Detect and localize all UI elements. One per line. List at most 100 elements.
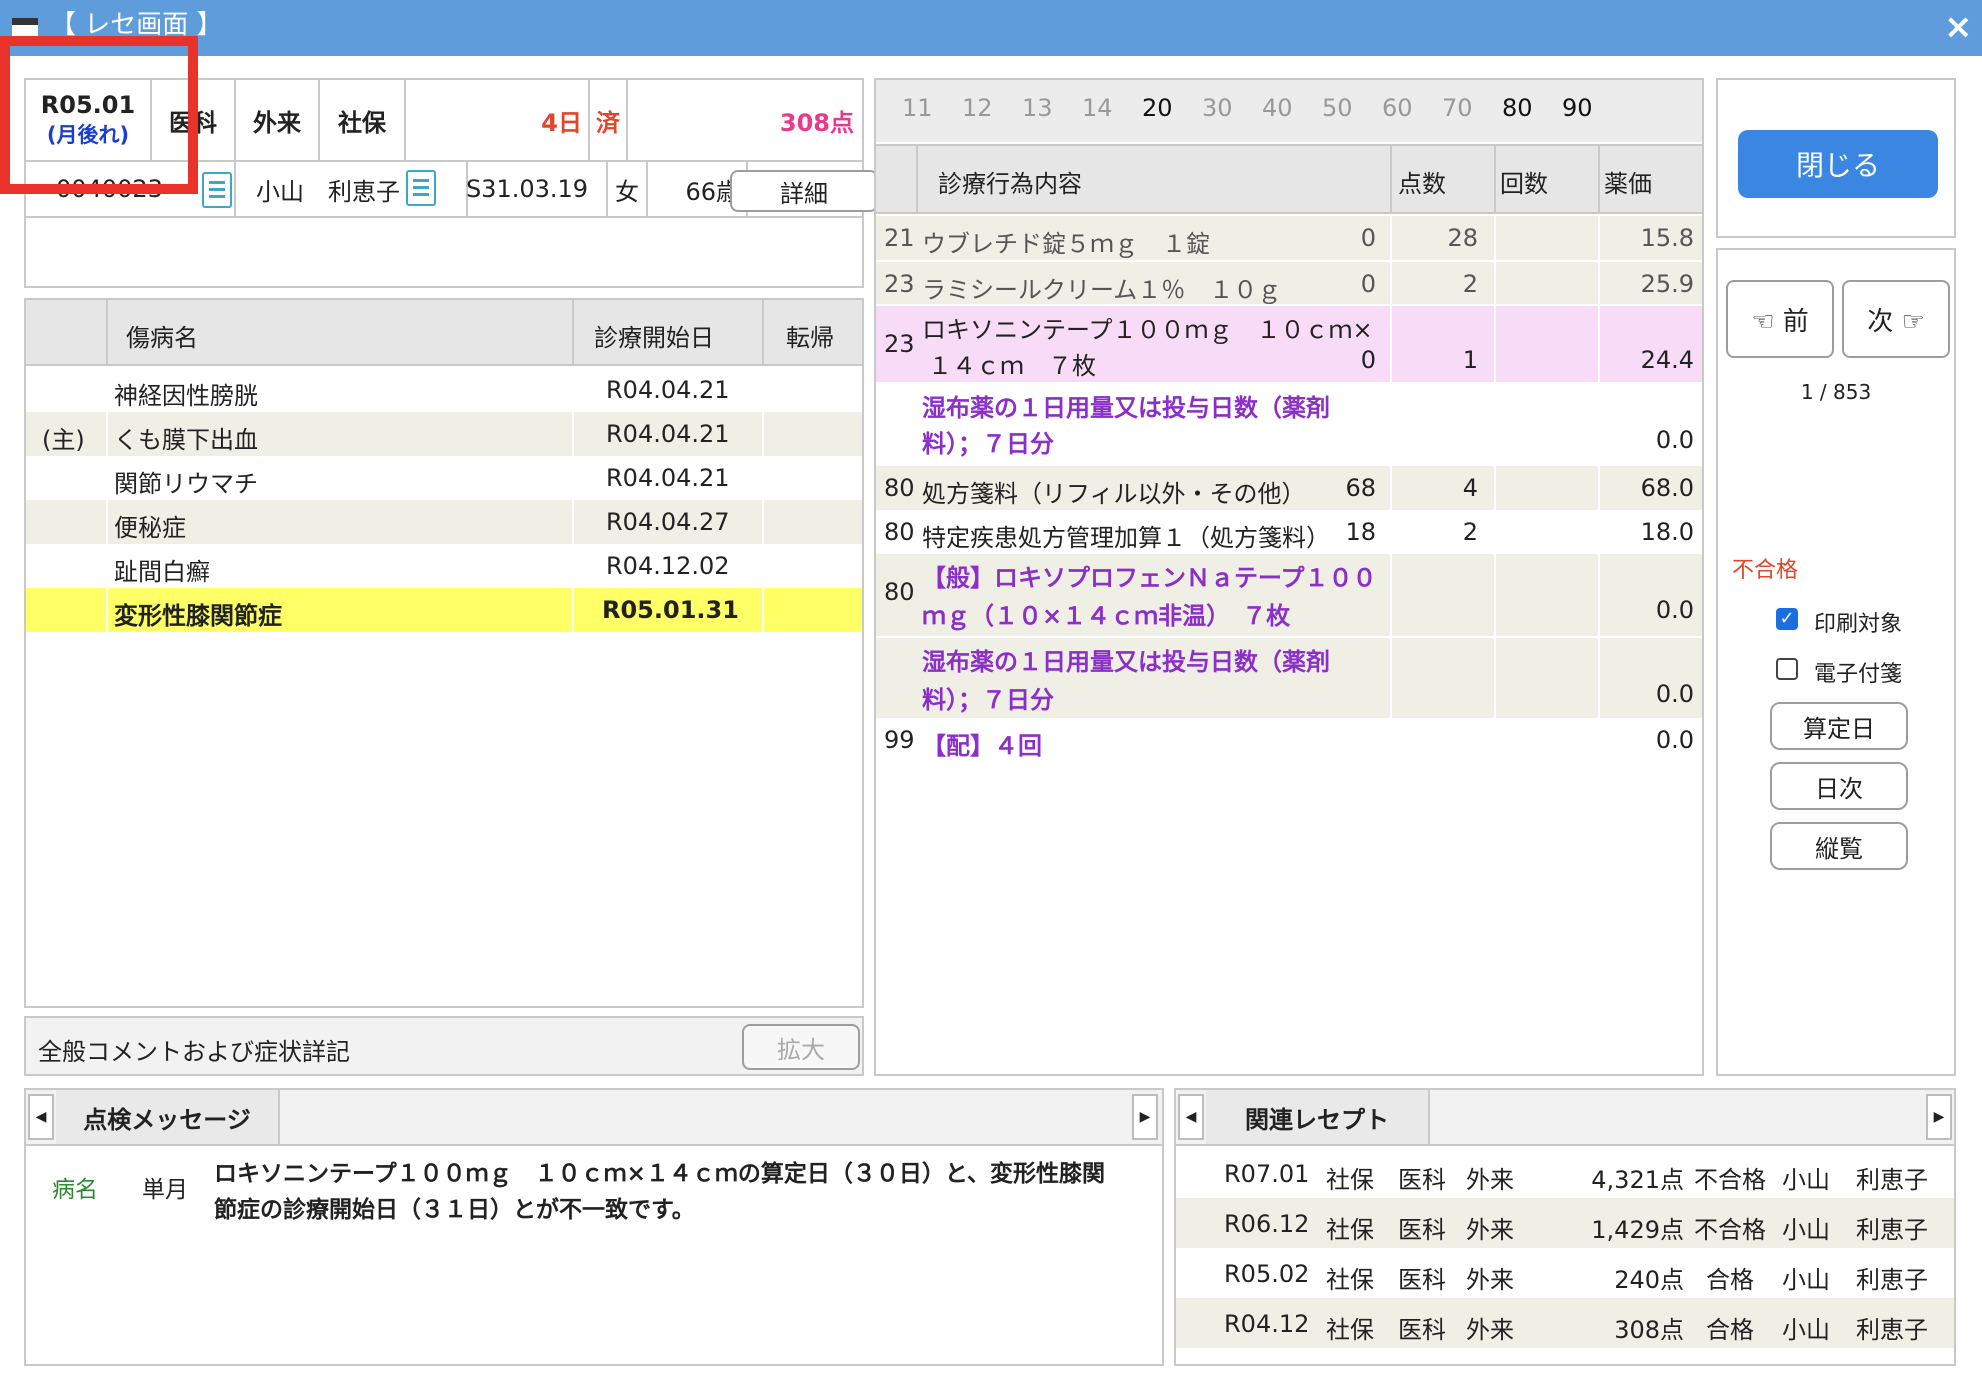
column-header-points: 点数 — [1398, 170, 1446, 198]
close-button[interactable]: 閉じる — [1738, 130, 1938, 198]
treatment-comment-row[interactable]: 湿布薬の１日用量又は投与日数（薬剤 料）；７日分 0.0 — [876, 636, 1702, 718]
related-row[interactable]: R06.12 社保 医科 外来 1,429点 不合格 小山 利恵子 — [1176, 1198, 1954, 1248]
treatment-name-cont: １４ｃｍ ７枚 — [928, 352, 1096, 380]
document-icon[interactable] — [406, 170, 436, 206]
diagnosis-row-selected[interactable]: 変形性膝関節症 R05.01.31 — [26, 588, 862, 632]
check-messages-tabbar: ◀ 点検メッセージ ▶ — [26, 1090, 1162, 1146]
diagnosis-row[interactable]: (主) くも膜下出血 R04.04.21 — [26, 412, 862, 456]
message-scope: 単月 — [142, 1177, 188, 1203]
related-first-name: 利恵子 — [1856, 1166, 1928, 1194]
tab-related-receipts[interactable]: 関連レセプト — [1206, 1090, 1430, 1144]
related-type: 外来 — [1466, 1166, 1514, 1194]
treatment-name: ウブレチド錠５ｍｇ １錠 — [922, 230, 1210, 258]
treatment-comment: 湿布薬の１日用量又は投与日数（薬剤 — [922, 394, 1330, 422]
patient-name: 小山 利恵子 — [256, 177, 400, 206]
related-row[interactable]: R04.12 社保 医科 外来 308点 合格 小山 利恵子 — [1176, 1298, 1954, 1348]
title-bar — [0, 0, 1982, 56]
column-header-content: 診療行為内容 — [938, 170, 1082, 198]
treatment-comment-row[interactable]: 湿布薬の１日用量又は投与日数（薬剤 料）；７日分 0.0 — [876, 382, 1702, 466]
comment-bar: 全般コメントおよび症状詳記 拡大 — [24, 1016, 864, 1076]
next-button[interactable]: 次 ☞ — [1842, 280, 1950, 358]
treatment-row[interactable]: 80 【般】ロキソプロフェンＮａテープ１００ ｍｇ（１０×１４ｃｍ非温） ７枚 … — [876, 554, 1702, 636]
treatment-name: 【配】４回 — [922, 732, 1042, 760]
treatment-name: 【般】ロキソプロフェンＮａテープ１００ — [922, 564, 1377, 592]
related-row[interactable]: R07.01 社保 医科 外来 4,321点 不合格 小山 利恵子 — [1176, 1148, 1954, 1198]
treatment-row[interactable]: 80 特定疾患処方管理加算１（処方箋料） 18 2 18.0 — [876, 510, 1702, 554]
main-mark: (主) — [42, 426, 85, 454]
treatment-count: 2 — [1462, 270, 1478, 298]
prev-button[interactable]: ☜ 前 — [1726, 280, 1834, 358]
tab-11[interactable]: 11 — [902, 94, 933, 122]
treatment-points: 18 — [1345, 518, 1376, 546]
treatment-code: 21 — [884, 224, 915, 252]
tab-50[interactable]: 50 — [1322, 94, 1353, 122]
scroll-right-icon[interactable]: ▶ — [1132, 1094, 1158, 1140]
treatment-price: 0.0 — [1655, 726, 1694, 754]
treatment-count: 4 — [1462, 474, 1478, 502]
tab-90[interactable]: 90 — [1562, 94, 1593, 122]
insurance-cell: 社保 — [320, 80, 406, 162]
document-icon[interactable] — [202, 172, 232, 208]
tab-check-messages[interactable]: 点検メッセージ — [56, 1090, 280, 1144]
treatment-price: 0.0 — [1655, 680, 1694, 708]
scroll-left-icon[interactable]: ◀ — [28, 1094, 54, 1140]
vertical-view-button[interactable]: 縦覧 — [1770, 822, 1908, 870]
daily-button[interactable]: 日次 — [1770, 762, 1908, 810]
related-points: 4,321点 — [1591, 1166, 1684, 1194]
detail-button[interactable]: 詳細 — [730, 170, 878, 212]
related-insurance: 社保 — [1326, 1266, 1374, 1294]
scroll-right-icon[interactable]: ▶ — [1926, 1094, 1952, 1140]
treatment-row-selected[interactable]: 23 ロキソニンテープ１００ｍｇ １０ｃｍ× １４ｃｍ ７枚 0 1 24.4 — [876, 304, 1702, 382]
tab-60[interactable]: 60 — [1382, 94, 1413, 122]
tab-12[interactable]: 12 — [962, 94, 993, 122]
related-result: 不合格 — [1694, 1216, 1766, 1244]
scroll-left-icon[interactable]: ◀ — [1178, 1094, 1204, 1140]
related-first-name: 利恵子 — [1856, 1216, 1928, 1244]
treatment-row[interactable]: 23 ラミシールクリーム１％ １０ｇ 0 2 25.9 — [876, 260, 1702, 304]
related-points: 1,429点 — [1591, 1216, 1684, 1244]
tab-40[interactable]: 40 — [1262, 94, 1293, 122]
diagnosis-row[interactable]: 便秘症 R04.04.27 — [26, 500, 862, 544]
related-row[interactable]: R05.02 社保 医科 外来 240点 合格 小山 利恵子 — [1176, 1248, 1954, 1298]
print-checkbox[interactable]: ✓ — [1776, 608, 1798, 630]
days-cell: 4日 — [406, 80, 590, 162]
diagnosis-row[interactable]: 関節リウマチ R04.04.21 — [26, 456, 862, 500]
esign-checkbox[interactable] — [1776, 658, 1798, 680]
start-date: R04.04.27 — [606, 508, 730, 536]
related-year-month: R05.02 — [1224, 1260, 1310, 1288]
treatment-points: 68 — [1345, 474, 1376, 502]
treatment-code: 23 — [884, 330, 915, 358]
start-date: R04.12.02 — [606, 552, 730, 580]
treatment-row[interactable]: 21 ウブレチド錠５ｍｇ １錠 0 28 15.8 — [876, 216, 1702, 260]
tab-14[interactable]: 14 — [1082, 94, 1113, 122]
tab-70[interactable]: 70 — [1442, 94, 1473, 122]
close-panel: 閉じる — [1716, 78, 1956, 238]
close-icon[interactable]: × — [1944, 10, 1973, 44]
esign-label: 電子付箋 — [1814, 662, 1903, 687]
column-header-outcome: 転帰 — [786, 324, 834, 352]
tab-13[interactable]: 13 — [1022, 94, 1053, 122]
tab-80[interactable]: 80 — [1502, 94, 1533, 122]
related-result: 合格 — [1706, 1316, 1754, 1344]
check-messages-panel: ◀ 点検メッセージ ▶ 病名 単月 ロキソニンテープ１００ｍｇ １０ｃｍ×１４ｃ… — [24, 1088, 1164, 1366]
expand-button[interactable]: 拡大 — [742, 1024, 860, 1070]
related-dept: 医科 — [1398, 1266, 1446, 1294]
related-type: 外来 — [1466, 1316, 1514, 1344]
message-text-cont: 節症の診療開始日（３１日）とが不一致です。 — [214, 1197, 695, 1223]
disease-name: 便秘症 — [114, 514, 186, 542]
tab-20[interactable]: 20 — [1142, 94, 1173, 122]
treatment-code: 80 — [884, 518, 915, 546]
treatment-code: 23 — [884, 270, 915, 298]
calc-date-button[interactable]: 算定日 — [1770, 702, 1908, 750]
print-label: 印刷対象 — [1814, 612, 1903, 637]
diagnosis-row[interactable]: 神経因性膀胱 R04.04.21 — [26, 368, 862, 412]
treatment-row[interactable]: 99 【配】４回 0.0 — [876, 718, 1702, 762]
tab-30[interactable]: 30 — [1202, 94, 1233, 122]
related-type: 外来 — [1466, 1216, 1514, 1244]
column-header-start-date: 診療開始日 — [594, 324, 714, 352]
treatment-points: 0 — [1360, 270, 1376, 298]
related-points: 308点 — [1614, 1316, 1684, 1344]
treatment-row[interactable]: 80 処方箋料（リフィル以外・その他） 68 4 68.0 — [876, 466, 1702, 510]
column-header-disease: 傷病名 — [126, 324, 198, 352]
diagnosis-row[interactable]: 趾間白癬 R04.12.02 — [26, 544, 862, 588]
